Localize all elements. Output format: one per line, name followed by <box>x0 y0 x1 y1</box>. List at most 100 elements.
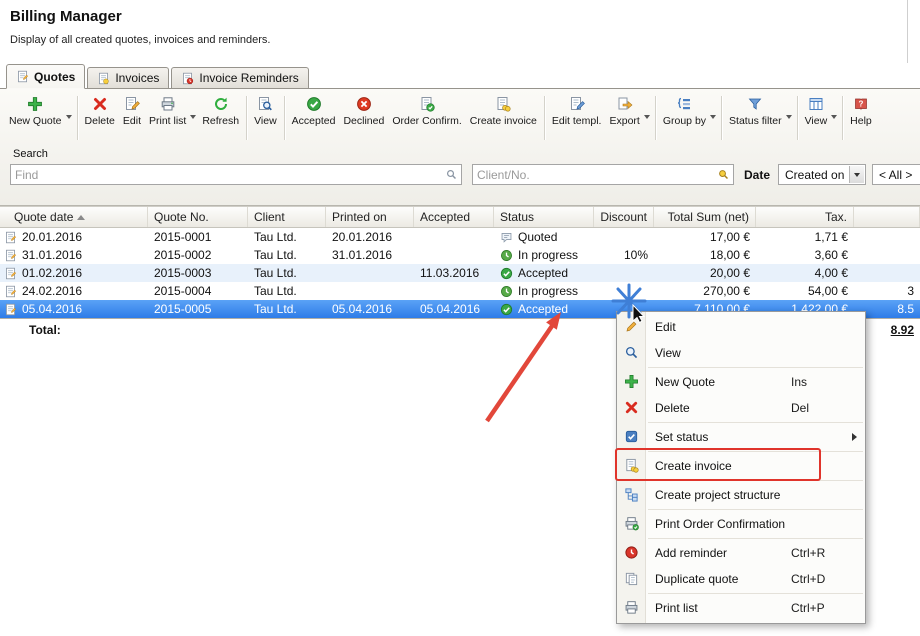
menu-item-delete[interactable]: Delete Del <box>617 395 865 421</box>
cell-tax: 54,00 € <box>756 282 854 300</box>
quote-row-icon <box>4 303 17 316</box>
menu-item-edit[interactable]: Edit <box>617 314 865 340</box>
status-filter-button[interactable]: Status filter <box>725 91 794 145</box>
refresh-button[interactable]: Refresh <box>198 91 243 145</box>
cell-client: Tau Ltd. <box>248 228 326 246</box>
quote-row-icon <box>4 267 17 280</box>
edit-template-icon <box>569 96 585 112</box>
edit-icon <box>624 319 639 334</box>
menu-item-add-reminder[interactable]: Add reminder Ctrl+R <box>617 540 865 566</box>
date-range-select[interactable]: < All > <box>872 164 920 185</box>
menu-item-create-invoice[interactable]: Create invoice <box>617 453 865 479</box>
new-quote-button[interactable]: New Quote <box>5 91 74 145</box>
create-invoice-icon <box>495 96 511 112</box>
dropdown-arrow-icon[interactable] <box>786 115 792 119</box>
dropdown-arrow-icon[interactable] <box>66 115 72 119</box>
status-in-progress-icon <box>500 285 513 298</box>
project-structure-icon <box>624 487 639 502</box>
select-arrow-icon[interactable] <box>849 166 864 183</box>
tab-invoices[interactable]: Invoices <box>87 67 169 88</box>
column-header-quote-date[interactable]: Quote date <box>0 207 148 227</box>
view-button[interactable]: View <box>250 91 281 145</box>
table-row[interactable]: 31.01.2016 2015-0002 Tau Ltd. 31.01.2016… <box>0 246 920 264</box>
find-input[interactable] <box>11 168 441 182</box>
column-header-printed-on[interactable]: Printed on <box>326 207 414 227</box>
column-header-clipped[interactable] <box>854 207 920 227</box>
cell-accepted: 05.04.2016 <box>414 300 494 318</box>
client-input-box <box>472 164 734 185</box>
menu-item-new-quote[interactable]: New Quote Ins <box>617 369 865 395</box>
quote-row-icon <box>4 285 17 298</box>
view-icon <box>257 96 273 112</box>
page-subtitle: Display of all created quotes, invoices … <box>10 34 270 46</box>
invoices-tab-icon <box>97 72 110 85</box>
view-mode-button[interactable]: View <box>801 91 840 145</box>
date-filter-select[interactable]: Created on <box>778 164 866 185</box>
group-by-button[interactable]: Group by <box>659 91 718 145</box>
order-confirm-button[interactable]: Order Confirm. <box>388 91 465 145</box>
menu-separator <box>648 451 863 452</box>
menu-item-duplicate-quote[interactable]: Duplicate quote Ctrl+D <box>617 566 865 592</box>
create-invoice-button[interactable]: Create invoice <box>466 91 541 145</box>
client-search-icon[interactable] <box>713 168 733 181</box>
dropdown-arrow-icon[interactable] <box>190 115 196 119</box>
quote-row-icon <box>4 231 17 244</box>
cell-quote-date: 05.04.2016 <box>22 302 82 316</box>
cell-printed-on <box>326 282 414 300</box>
toolbar-separator <box>655 96 656 140</box>
column-header-total-sum-net[interactable]: Total Sum (net) <box>654 207 756 227</box>
export-button[interactable]: Export <box>605 91 651 145</box>
menu-item-view[interactable]: View <box>617 340 865 366</box>
table-row[interactable]: 01.02.2016 2015-0003 Tau Ltd. 11.03.2016… <box>0 264 920 282</box>
cell-tax: 4,00 € <box>756 264 854 282</box>
table-row[interactable]: 24.02.2016 2015-0004 Tau Ltd. In progres… <box>0 282 920 300</box>
tab-quotes-label: Quotes <box>34 70 75 84</box>
column-header-status[interactable]: Status <box>494 207 594 227</box>
delete-icon <box>624 400 639 415</box>
menu-item-create-project-structure[interactable]: Create project structure <box>617 482 865 508</box>
cell-printed-on <box>326 264 414 282</box>
print-icon <box>624 600 639 615</box>
cell-status: Quoted <box>518 230 557 244</box>
dropdown-arrow-icon[interactable] <box>710 115 716 119</box>
toolbar-separator <box>797 96 798 140</box>
help-icon: ? <box>853 96 869 112</box>
dropdown-arrow-icon[interactable] <box>644 115 650 119</box>
column-header-quote-no[interactable]: Quote No. <box>148 207 248 227</box>
sort-asc-icon <box>77 215 85 220</box>
print-list-button[interactable]: Print list <box>145 91 198 145</box>
help-button[interactable]: ? Help <box>846 91 876 145</box>
duplicate-quote-icon <box>624 571 639 586</box>
client-number-input[interactable] <box>473 168 713 182</box>
column-header-discount[interactable]: Discount <box>594 207 654 227</box>
accepted-button[interactable]: Accepted <box>288 91 340 145</box>
column-header-accepted[interactable]: Accepted <box>414 207 494 227</box>
cell-tax: 1,71 € <box>756 228 854 246</box>
tab-invoice-reminders[interactable]: Invoice Reminders <box>171 67 308 88</box>
delete-button[interactable]: Delete <box>81 91 119 145</box>
dropdown-arrow-icon[interactable] <box>831 115 837 119</box>
cell-status: In progress <box>518 284 578 298</box>
menu-item-set-status[interactable]: Set status <box>617 424 865 450</box>
order-confirm-icon <box>419 96 435 112</box>
column-header-tax[interactable]: Tax. <box>756 207 854 227</box>
edit-button[interactable]: Edit <box>119 91 145 145</box>
cell-total-net: 270,00 € <box>654 282 756 300</box>
cell-client: Tau Ltd. <box>248 300 326 318</box>
page-title: Billing Manager <box>10 8 122 25</box>
declined-button[interactable]: Declined <box>339 91 388 145</box>
tab-quotes[interactable]: Quotes <box>6 64 85 89</box>
invoice-reminders-tab-icon <box>181 72 194 85</box>
edit-icon <box>124 96 140 112</box>
tab-bar: Quotes Invoices Invoice Reminders <box>0 63 920 89</box>
edit-template-button[interactable]: Edit templ. <box>548 91 606 145</box>
declined-icon <box>356 96 372 112</box>
table-row[interactable]: 20.01.2016 2015-0001 Tau Ltd. 20.01.2016… <box>0 228 920 246</box>
menu-item-print-list[interactable]: Print list Ctrl+P <box>617 595 865 621</box>
toolbar-separator <box>246 96 247 140</box>
find-input-box <box>10 164 462 185</box>
menu-item-print-order-confirmation[interactable]: Print Order Confirmation <box>617 511 865 537</box>
find-filter-icon[interactable] <box>441 168 461 181</box>
menu-shortcut: Ctrl+P <box>791 601 825 615</box>
column-header-client[interactable]: Client <box>248 207 326 227</box>
